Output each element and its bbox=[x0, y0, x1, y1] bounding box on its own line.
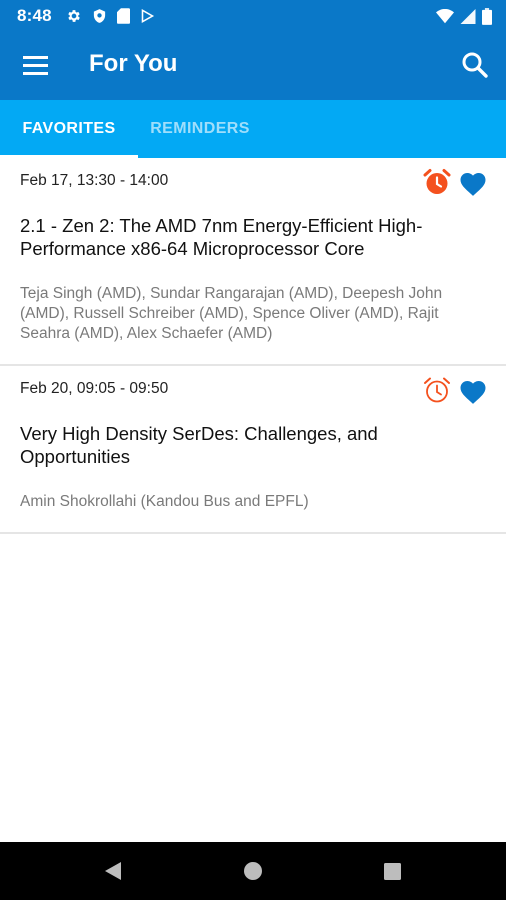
play-store-icon bbox=[140, 8, 155, 24]
status-icons-left bbox=[66, 8, 155, 24]
sd-card-icon bbox=[116, 8, 130, 24]
shield-icon bbox=[92, 8, 107, 24]
session-authors: Amin Shokrollahi (Kandou Bus and EPFL) bbox=[20, 493, 309, 510]
reminder-button[interactable] bbox=[423, 376, 451, 404]
system-nav-bar bbox=[0, 842, 506, 900]
app-bar: For You bbox=[0, 32, 506, 100]
session-time: Feb 17, 13:30 - 14:00 bbox=[20, 172, 169, 189]
status-time: 8:48 bbox=[17, 6, 52, 25]
session-card[interactable]: Feb 17, 13:30 - 14:00 2.1 - Zen 2: The A… bbox=[0, 158, 506, 366]
search-button[interactable] bbox=[460, 50, 490, 80]
status-icons-right bbox=[436, 0, 492, 32]
wifi-icon bbox=[436, 8, 454, 24]
back-icon bbox=[105, 862, 121, 880]
session-title: 2.1 - Zen 2: The AMD 7nm Energy-Efficien… bbox=[20, 215, 423, 259]
nav-back-button[interactable] bbox=[102, 860, 124, 887]
session-authors: Teja Singh (AMD), Sundar Rangarajan (AMD… bbox=[20, 285, 443, 342]
heart-icon bbox=[460, 173, 486, 196]
session-list: Feb 17, 13:30 - 14:00 2.1 - Zen 2: The A… bbox=[0, 158, 506, 534]
reminder-button[interactable] bbox=[423, 168, 451, 196]
search-icon bbox=[462, 52, 488, 78]
session-title: Very High Density SerDes: Challenges, an… bbox=[20, 423, 378, 467]
home-icon bbox=[244, 862, 262, 880]
heart-icon bbox=[460, 381, 486, 404]
tab-reminders[interactable]: REMINDERS bbox=[138, 100, 262, 158]
tab-bar: FAVORITES REMINDERS bbox=[0, 100, 506, 158]
session-time: Feb 20, 09:05 - 09:50 bbox=[20, 380, 169, 397]
hamburger-menu-icon bbox=[23, 56, 48, 75]
menu-button[interactable] bbox=[22, 52, 50, 80]
favorite-button[interactable] bbox=[458, 169, 488, 197]
battery-icon bbox=[482, 7, 492, 25]
alarm-clock-icon bbox=[423, 169, 451, 194]
alarm-clock-outline-icon bbox=[424, 377, 450, 403]
nav-recents-button[interactable] bbox=[383, 862, 402, 886]
recents-icon bbox=[384, 863, 401, 880]
page-title: For You bbox=[89, 50, 178, 77]
favorite-button[interactable] bbox=[458, 377, 488, 405]
session-card[interactable]: Feb 20, 09:05 - 09:50 Very High Density … bbox=[0, 366, 506, 534]
cell-signal-icon bbox=[460, 8, 476, 24]
tab-favorites[interactable]: FAVORITES bbox=[0, 100, 138, 158]
nav-home-button[interactable] bbox=[243, 861, 263, 886]
status-bar: 8:48 bbox=[0, 0, 506, 32]
gear-icon bbox=[66, 8, 82, 24]
